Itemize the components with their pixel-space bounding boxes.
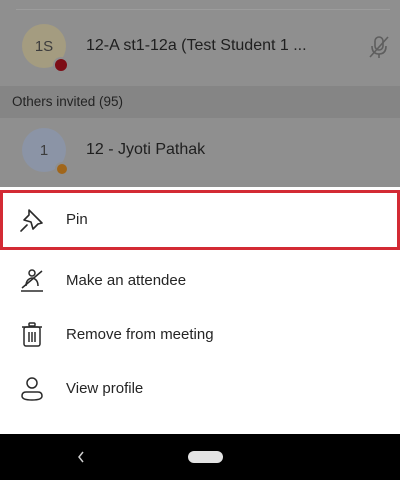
section-label: Others invited (95) — [12, 94, 124, 109]
system-navigation-bar — [0, 434, 400, 480]
menu-item-label: Pin — [66, 211, 88, 228]
participant-name: 12-A st1-12a (Test Student 1 ... — [86, 37, 307, 54]
view-profile-menu-item[interactable]: View profile — [0, 362, 400, 416]
remove-from-meeting-menu-item[interactable]: Remove from meeting — [0, 308, 400, 362]
participant-row[interactable]: 1S 12-A st1-12a (Test Student 1 ... — [0, 18, 400, 78]
menu-item-label: Remove from meeting — [66, 326, 214, 343]
participant-name: 12 - Jyoti Pathak — [86, 141, 206, 158]
avatar-initials: 1 — [39, 141, 49, 159]
trash-icon — [22, 322, 42, 347]
make-attendee-icon — [21, 269, 43, 292]
mic-off-icon[interactable] — [366, 34, 392, 60]
participant-row[interactable]: 1 12 - Jyoti Pathak — [0, 120, 400, 180]
divider — [16, 9, 390, 10]
back-icon[interactable] — [74, 447, 88, 467]
presence-away-icon — [55, 162, 69, 176]
make-attendee-menu-item[interactable]: Make an attendee — [0, 254, 400, 308]
avatar-initials: 1S — [34, 37, 54, 55]
presence-busy-icon — [53, 57, 69, 73]
dimmed-participant-list: 1S 12-A st1-12a (Test Student 1 ... Othe… — [0, 0, 400, 187]
home-pill-icon[interactable] — [188, 451, 223, 463]
pin-icon — [20, 209, 43, 232]
pin-menu-item[interactable]: Pin — [0, 190, 400, 250]
section-header: Others invited (95) — [0, 86, 400, 118]
person-icon — [21, 377, 43, 401]
menu-item-label: View profile — [66, 380, 144, 397]
menu-item-label: Make an attendee — [66, 272, 187, 289]
